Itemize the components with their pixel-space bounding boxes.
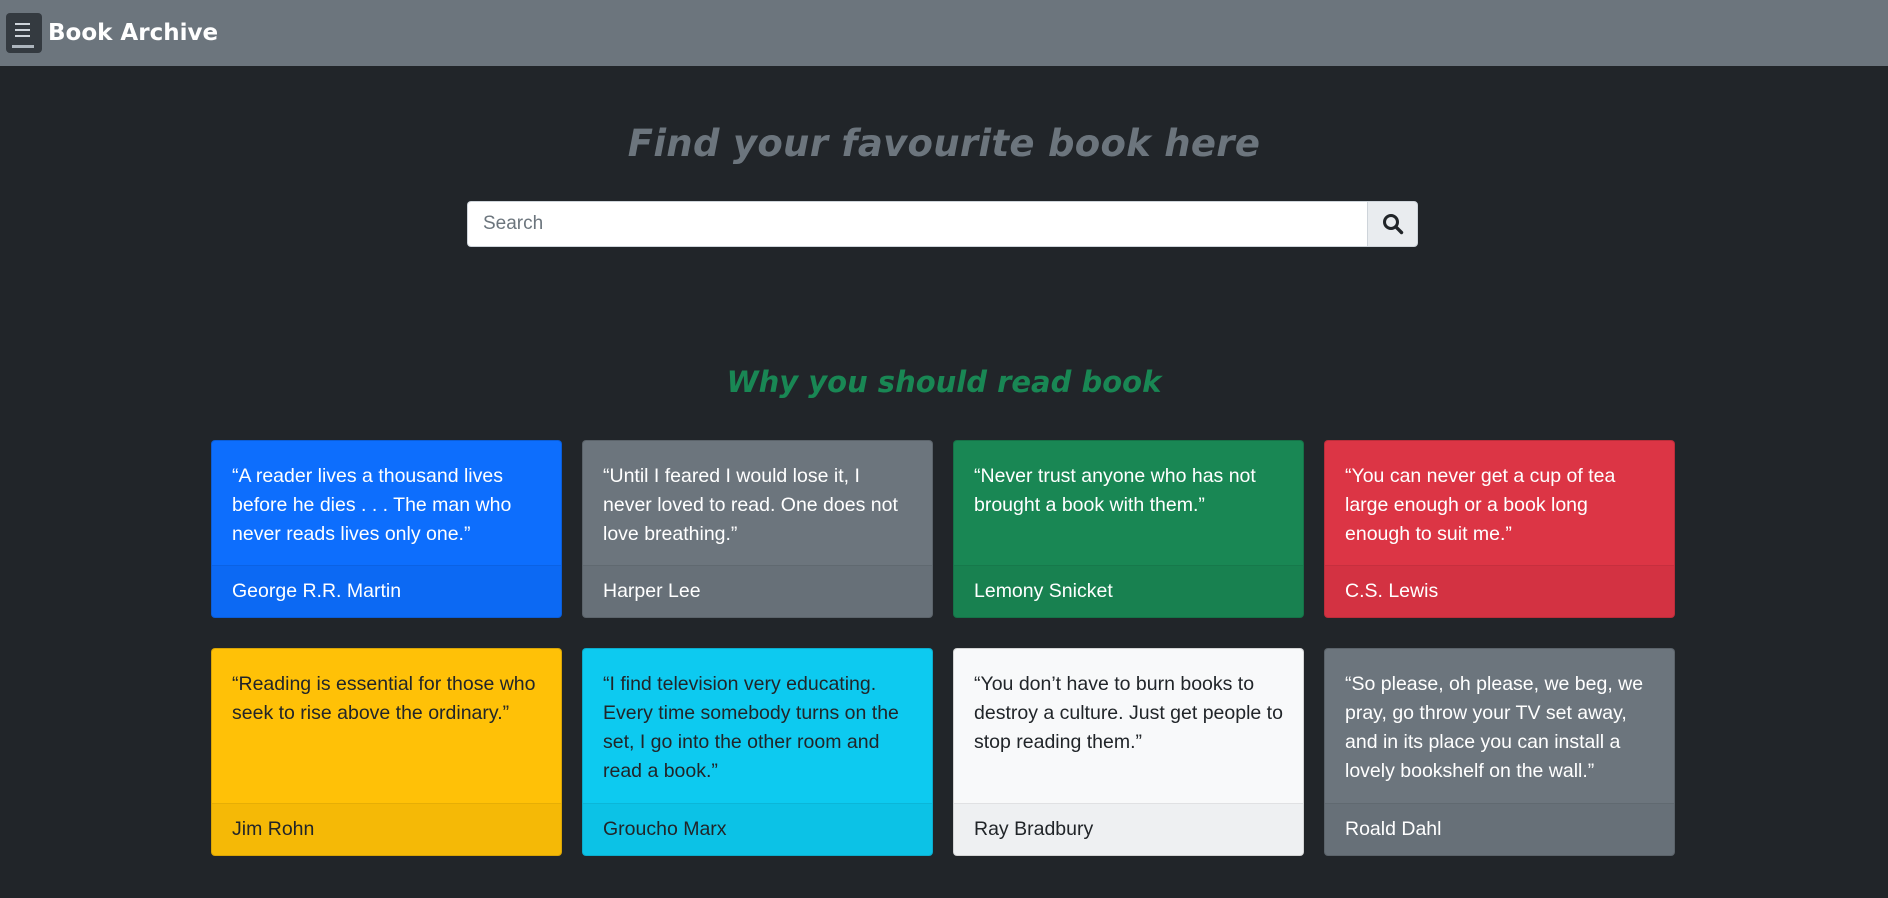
quote-card: “Reading is essential for those who seek… — [211, 648, 562, 856]
quote-text: “So please, oh please, we beg, we pray, … — [1345, 673, 1644, 782]
top-navbar: Book Archive — [0, 0, 1888, 66]
search-group — [467, 201, 1418, 247]
quote-author: Ray Bradbury — [954, 803, 1303, 855]
quote-card: “You don’t have to burn books to destroy… — [953, 648, 1304, 856]
quote-card: “I find television very educating. Every… — [582, 648, 933, 856]
quote-cards-grid: “A reader lives a thousand lives before … — [211, 440, 1675, 856]
book-icon — [6, 13, 42, 53]
quote-text: “I find television very educating. Every… — [603, 673, 899, 782]
quote-card: “So please, oh please, we beg, we pray, … — [1324, 648, 1675, 856]
quote-text: “Reading is essential for those who seek… — [232, 673, 536, 724]
quote-card: “You can never get a cup of tea large en… — [1324, 440, 1675, 618]
brand-title: Book Archive — [48, 20, 219, 46]
search-input[interactable] — [467, 201, 1367, 247]
search-icon — [1382, 214, 1403, 235]
quote-author: Roald Dahl — [1325, 803, 1674, 855]
section-title: Why you should read book — [726, 365, 1162, 399]
quote-card: “Never trust anyone who has not brought … — [953, 440, 1304, 618]
quote-card: “A reader lives a thousand lives before … — [211, 440, 562, 618]
quote-text: “You don’t have to burn books to destroy… — [974, 673, 1283, 753]
search-button[interactable] — [1367, 201, 1418, 247]
quote-author: Harper Lee — [583, 565, 932, 617]
brand-link[interactable]: Book Archive — [6, 13, 218, 53]
quote-author: Groucho Marx — [583, 803, 932, 855]
quote-card: “Until I feared I would lose it, I never… — [582, 440, 933, 618]
quote-author: C.S. Lewis — [1325, 565, 1674, 617]
quote-text: “Until I feared I would lose it, I never… — [603, 465, 898, 545]
quote-text: “You can never get a cup of tea large en… — [1345, 465, 1616, 545]
hero-title: Find your favourite book here — [627, 122, 1261, 165]
quote-author: George R.R. Martin — [212, 565, 561, 617]
quote-author: Lemony Snicket — [954, 565, 1303, 617]
quote-text: “A reader lives a thousand lives before … — [232, 465, 512, 545]
quote-text: “Never trust anyone who has not brought … — [974, 465, 1256, 516]
quote-author: Jim Rohn — [212, 803, 561, 855]
